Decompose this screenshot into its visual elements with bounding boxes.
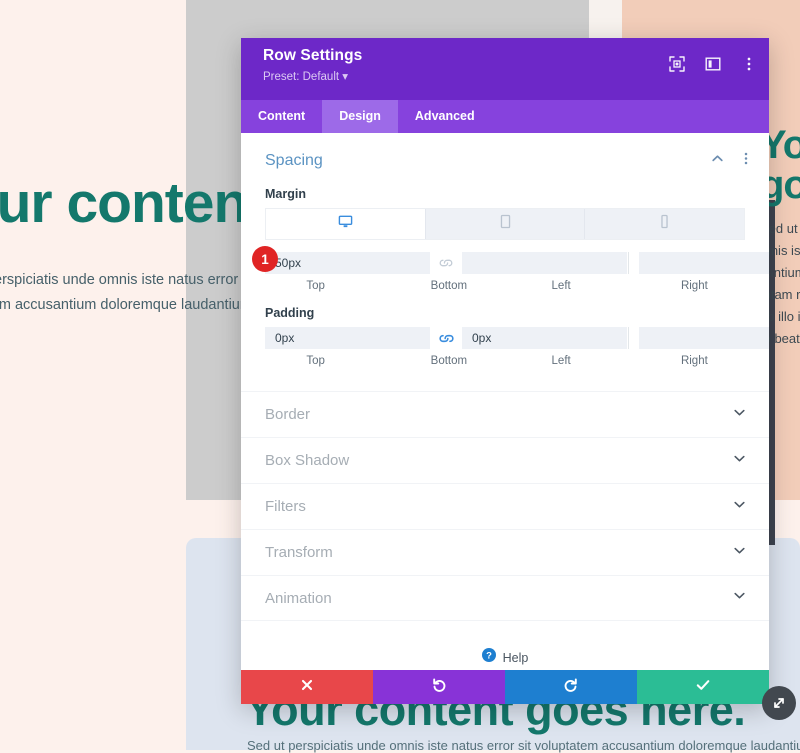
chevron-down-icon: [732, 451, 747, 471]
tab-content[interactable]: Content: [241, 100, 322, 133]
toggle-animation-label: Animation: [265, 590, 732, 607]
toggle-border-label: Border: [265, 406, 732, 423]
spacing-section-title: Spacing: [265, 152, 696, 170]
margin-inputs-row: 1: [265, 252, 745, 274]
margin-top-bottom-group: 1: [265, 252, 627, 274]
padding-inputs-row: [265, 327, 745, 349]
help-label: Help: [503, 651, 529, 665]
device-phone-button[interactable]: [585, 209, 744, 239]
toggle-border[interactable]: Border: [241, 391, 769, 437]
caption-margin-left: Left: [511, 274, 612, 292]
margin-top-input[interactable]: [265, 252, 430, 274]
svg-text:?: ?: [486, 651, 492, 662]
spacing-section-header: Spacing: [241, 133, 769, 179]
modal-body: Spacing Margin: [241, 133, 769, 670]
margin-left-right-group: [628, 252, 769, 274]
padding-left-right-group: [628, 327, 769, 349]
padding-captions-left: Top Bottom: [265, 349, 500, 367]
caption-padding-bottom: Bottom: [398, 349, 499, 367]
chevron-up-icon[interactable]: [710, 151, 725, 171]
toggle-box-shadow-label: Box Shadow: [265, 452, 732, 469]
caption-margin-right: Right: [644, 274, 745, 292]
chevron-down-icon: [732, 497, 747, 517]
device-tablet-button[interactable]: [426, 209, 586, 239]
caption-padding-left: Left: [511, 349, 612, 367]
expand-view-icon[interactable]: [668, 55, 685, 72]
toggle-filters-label: Filters: [265, 498, 732, 515]
spacing-more-options-icon[interactable]: [739, 151, 753, 171]
padding-captions-right: Left Right: [501, 349, 746, 367]
toggle-filters[interactable]: Filters: [241, 483, 769, 529]
redo-icon: [563, 677, 579, 698]
modal-header-actions: [668, 55, 757, 72]
margin-bottom-input[interactable]: [462, 252, 627, 274]
step-badge-1: 1: [252, 246, 278, 272]
undo-icon: [431, 677, 447, 698]
tab-design[interactable]: Design: [322, 100, 398, 133]
margin-label: Margin: [241, 179, 769, 208]
preset-label: Preset: Default: [263, 71, 339, 83]
caret-down-icon: ▾: [342, 71, 348, 83]
chevron-down-icon: [732, 588, 747, 608]
margin-captions-right: Left Right: [501, 274, 746, 292]
save-button[interactable]: [637, 670, 769, 704]
responsive-device-toggle: [265, 208, 745, 240]
help-icon: ?: [482, 648, 496, 667]
padding-captions: Top Bottom Left Right: [265, 349, 745, 367]
margin-captions: Top Bottom Left Right: [265, 274, 745, 292]
padding-left-input[interactable]: [639, 327, 769, 349]
chevron-down-icon: [732, 405, 747, 425]
modal-footer: [241, 670, 769, 704]
more-options-icon[interactable]: [740, 55, 757, 72]
design-toggle-list: Border Box Shadow Filters: [241, 391, 769, 621]
close-icon: [300, 678, 314, 697]
padding-top-input[interactable]: [265, 327, 430, 349]
help-link[interactable]: ? Help: [241, 621, 769, 667]
tablet-icon: [499, 214, 512, 234]
padding-label: Padding: [241, 292, 769, 327]
caption-padding-right: Right: [644, 349, 745, 367]
modal-tabs: Content Design Advanced: [241, 100, 769, 133]
caption-margin-bottom: Bottom: [398, 274, 499, 292]
cancel-button[interactable]: [241, 670, 373, 704]
padding-top-bottom-link-icon[interactable]: [430, 327, 462, 349]
redo-button[interactable]: [505, 670, 637, 704]
chevron-down-icon: [732, 543, 747, 563]
toggle-animation[interactable]: Animation: [241, 575, 769, 621]
desktop-icon: [338, 214, 353, 234]
device-desktop-button[interactable]: [266, 209, 426, 239]
toggle-transform-label: Transform: [265, 544, 732, 561]
phone-icon: [659, 214, 670, 234]
row-settings-modal: Row Settings Preset: Default ▾: [241, 38, 769, 704]
modal-resize-handle[interactable]: [762, 686, 796, 720]
caption-padding-top: Top: [265, 349, 366, 367]
bg-body-bottom: Sed ut perspiciatis unde omnis iste natu…: [247, 738, 800, 753]
caption-margin-top: Top: [265, 274, 366, 292]
layout-view-icon[interactable]: [704, 55, 721, 72]
toggle-transform[interactable]: Transform: [241, 529, 769, 575]
check-icon: [695, 677, 711, 698]
padding-bottom-input[interactable]: [462, 327, 627, 349]
margin-top-bottom-link-icon[interactable]: [430, 252, 462, 274]
padding-top-bottom-group: [265, 327, 627, 349]
margin-captions-left: Top Bottom: [265, 274, 500, 292]
toggle-box-shadow[interactable]: Box Shadow: [241, 437, 769, 483]
margin-left-input[interactable]: [639, 252, 769, 274]
modal-header: Row Settings Preset: Default ▾: [241, 38, 769, 100]
tab-advanced[interactable]: Advanced: [398, 100, 492, 133]
undo-button[interactable]: [373, 670, 505, 704]
